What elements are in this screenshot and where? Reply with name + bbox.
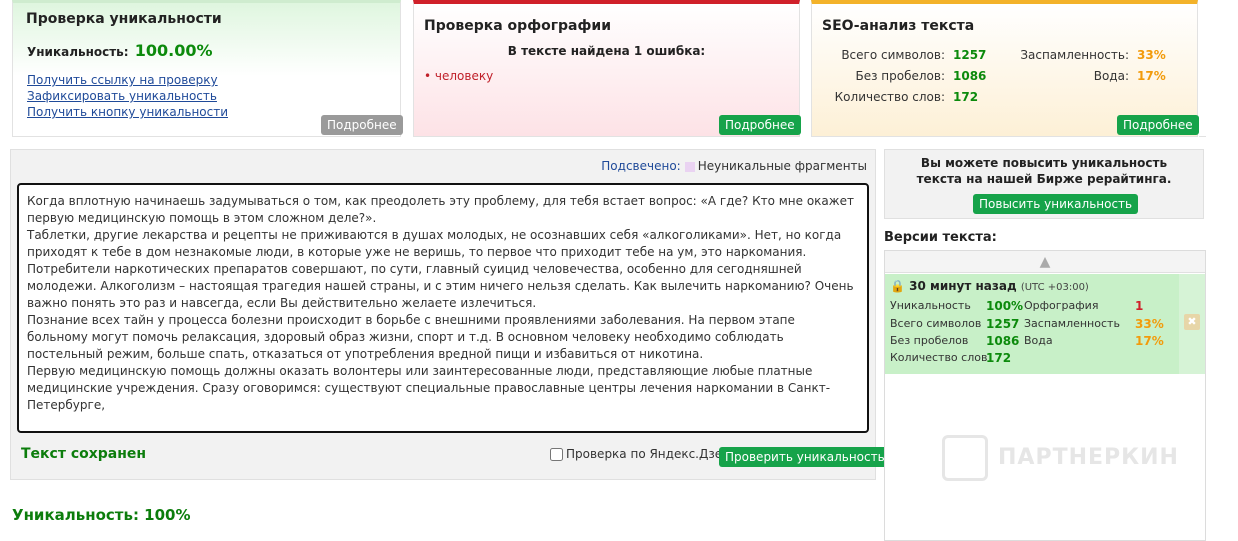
bottom-uniqueness-result: Уникальность: 100% xyxy=(12,506,191,524)
versions-title: Версии текста: xyxy=(884,230,997,245)
version-item[interactable]: 🔒 30 минут назад (UTC +03:00) Уникальнос… xyxy=(885,274,1205,374)
version-spell-value: 1 xyxy=(1135,299,1144,313)
editor-box: Подсвечено: Неуникальные фрагменты Когда … xyxy=(10,149,891,480)
seo-water-value: 17% xyxy=(1137,69,1166,83)
version-words-value: 172 xyxy=(986,351,1012,365)
seo-water-label: Вода: xyxy=(1093,69,1129,83)
version-chars-value: 1257 xyxy=(986,317,1020,331)
fix-uniqueness-link[interactable]: Зафиксировать уникальность xyxy=(27,89,217,103)
seo-no-spaces-label: Без пробелов: xyxy=(855,69,945,83)
delete-version-icon[interactable]: ✖ xyxy=(1184,314,1200,330)
text-paragraph: Познание всех тайн у процесса болезни пр… xyxy=(27,313,795,361)
seo-total-chars-label: Всего символов: xyxy=(841,48,945,62)
lock-icon: 🔒 xyxy=(890,279,905,293)
watermark: ПАРТНЕРКИН xyxy=(942,435,1179,481)
chevron-up-icon[interactable]: ▲ xyxy=(885,251,1205,273)
highlighted-label: Подсвечено: xyxy=(601,159,681,173)
spelling-error-word[interactable]: • человеку xyxy=(424,69,493,83)
seo-panel-title: SEO-анализ текста xyxy=(822,18,975,34)
uniqueness-panel: Проверка уникальности Уникальность: 100.… xyxy=(12,0,403,137)
nonunique-swatch xyxy=(684,161,695,172)
version-nospace-label: Без пробелов xyxy=(890,334,969,347)
uniqueness-value: 100.00% xyxy=(134,41,213,60)
get-check-link[interactable]: Получить ссылку на проверку xyxy=(27,73,218,87)
version-water-value: 17% xyxy=(1135,334,1164,348)
uniqueness-more-button[interactable]: Подробнее xyxy=(321,115,403,135)
highlight-legend: Подсвечено: Неуникальные фрагменты xyxy=(601,159,867,173)
version-timezone: (UTC +03:00) xyxy=(1020,282,1089,293)
spelling-panel-title: Проверка орфографии xyxy=(424,18,611,34)
version-spell-label: Орфография xyxy=(1024,299,1099,312)
version-water-label: Вода xyxy=(1024,334,1053,347)
version-words-label: Количество слов xyxy=(890,351,988,364)
uniqueness-panel-title: Проверка уникальности xyxy=(26,11,222,27)
get-uniqueness-button-link[interactable]: Получить кнопку уникальности xyxy=(27,105,228,119)
text-saved-status: Текст сохранен xyxy=(21,446,147,462)
spelling-panel: Проверка орфографии В тексте найдена 1 о… xyxy=(413,0,801,137)
version-side-strip: ✖ xyxy=(1179,274,1205,374)
seo-spam-value: 33% xyxy=(1137,48,1166,62)
dzen-label: Проверка по Яндекс.Дзен xyxy=(566,447,730,461)
rewrite-exchange-text: Вы можете повысить уникальность текста н… xyxy=(916,156,1172,186)
uniqueness-line: Уникальность: 100.00% xyxy=(27,41,213,60)
version-uniq-value: 100% xyxy=(986,299,1024,313)
text-paragraph: Когда вплотную начинаешь задумываться о … xyxy=(27,194,854,225)
seo-words-value: 172 xyxy=(953,90,979,104)
version-time-text: 30 минут назад xyxy=(909,279,1017,293)
seo-more-button[interactable]: Подробнее xyxy=(1117,115,1199,135)
spelling-more-button[interactable]: Подробнее xyxy=(719,115,801,135)
watermark-text: ПАРТНЕРКИН xyxy=(998,445,1179,470)
version-uniq-label: Уникальность xyxy=(890,299,971,312)
rewrite-exchange-box: Вы можете повысить уникальность текста н… xyxy=(884,149,1204,219)
seo-panel: SEO-анализ текста Всего символов: 1257 Б… xyxy=(811,0,1199,137)
version-chars-label: Всего символов xyxy=(890,317,982,330)
version-spam-value: 33% xyxy=(1135,317,1164,331)
dzen-checkbox[interactable] xyxy=(550,448,563,461)
dzen-check-option[interactable]: Проверка по Яндекс.Дзен xyxy=(550,447,730,461)
version-time: 🔒 30 минут назад (UTC +03:00) xyxy=(890,279,1089,293)
versions-list: ▲ 🔒 30 минут назад (UTC +03:00) Уникальн… xyxy=(884,250,1206,541)
spelling-found-text: В тексте найдена 1 ошибка: xyxy=(507,44,706,58)
seo-words-label: Количество слов: xyxy=(834,90,945,104)
check-uniqueness-button[interactable]: Проверить уникальность xyxy=(719,447,891,467)
seo-total-chars-value: 1257 xyxy=(953,48,987,62)
text-paragraph: Первую медицинскую помощь должны оказать… xyxy=(27,364,831,412)
version-spam-label: Заспамленность xyxy=(1024,317,1120,330)
partnerkin-logo-icon xyxy=(942,435,988,481)
seo-no-spaces-value: 1086 xyxy=(953,69,987,83)
version-nospace-value: 1086 xyxy=(986,334,1020,348)
increase-uniqueness-button[interactable]: Повысить уникальность xyxy=(973,194,1139,214)
seo-spam-label: Заспамленность: xyxy=(1020,48,1129,62)
text-input-area[interactable]: Когда вплотную начинаешь задумываться о … xyxy=(17,183,869,433)
nonunique-label: Неуникальные фрагменты xyxy=(697,159,867,173)
panel-divider xyxy=(1199,0,1206,137)
text-paragraph: Таблетки, другие лекарства и рецепты не … xyxy=(27,228,854,310)
uniqueness-label: Уникальность: xyxy=(27,45,129,59)
